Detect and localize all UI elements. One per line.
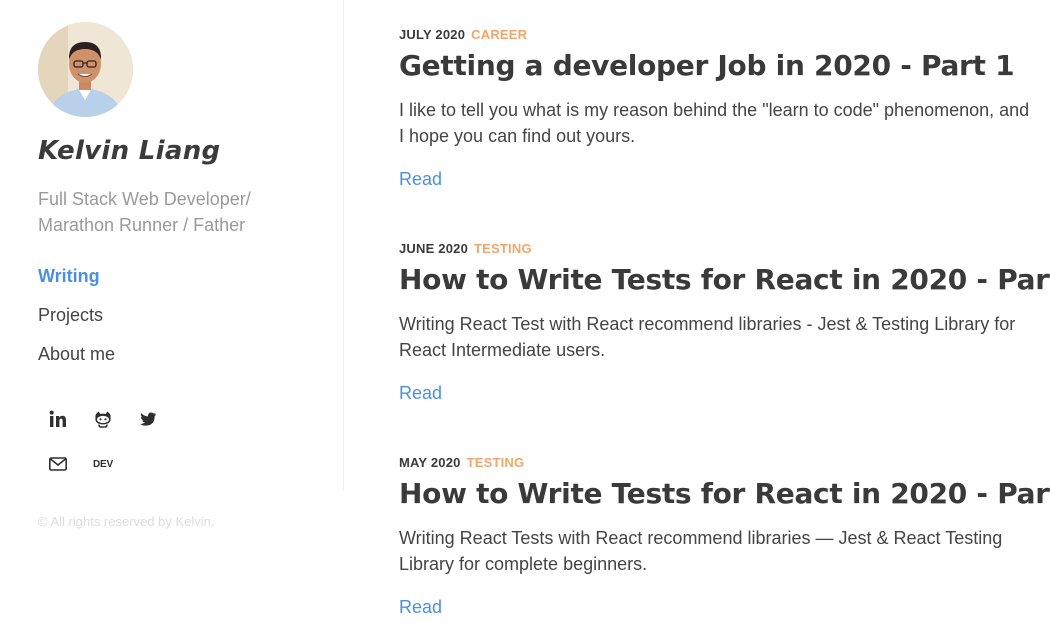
post-excerpt: Writing React Tests with React recommend… [399,528,1003,574]
post-category[interactable]: CAREER [471,27,527,42]
post-meta: MAY 2020 TESTING [399,455,1039,470]
email-icon[interactable] [46,452,70,476]
nav-item-about-me[interactable]: About me [38,343,115,382]
post-item: MAY 2020 TESTING How to Write Tests for R… [399,455,1050,618]
post-title[interactable]: How to Write Tests for React in 2020 - P… [399,477,1050,511]
post-excerpt: I like to tell you what is my reason beh… [399,100,1030,146]
post-date: JUNE 2020 [399,241,469,256]
post-meta: JULY 2020 CAREER [399,27,1039,42]
github-icon[interactable] [91,407,115,431]
avatar[interactable] [38,22,133,117]
read-link[interactable]: Read [399,383,442,404]
post-category[interactable]: TESTING [467,455,525,470]
main-nav: Writing Projects About me [38,265,115,382]
post-meta: JUNE 2020 TESTING [399,241,1039,256]
read-link[interactable]: Read [399,169,442,190]
post-item: JUNE 2020 TESTING How to Write Tests for … [399,241,1050,404]
linkedin-icon[interactable] [46,407,70,431]
post-category[interactable]: TESTING [474,241,532,256]
post-title[interactable]: How to Write Tests for React in 2020 - P… [399,263,1050,297]
post-title[interactable]: Getting a developer Job in 2020 - Part 1 [399,49,1039,83]
post-date: MAY 2020 [399,455,461,470]
avatar-image [38,22,133,117]
post-excerpt: Writing React Test with React recommend … [399,314,1016,360]
post-date: JULY 2020 [399,27,466,42]
twitter-icon[interactable] [136,407,160,431]
sidebar: Kelvin Liang Full Stack Web Developer/ M… [0,0,344,529]
dev-icon[interactable]: DEV [91,452,115,476]
post-item: JULY 2020 CAREER Getting a developer Job … [399,27,1039,190]
author-name: Kelvin Liang [38,136,221,166]
nav-item-writing[interactable]: Writing [38,265,115,304]
read-link[interactable]: Read [399,597,442,618]
author-tagline: Full Stack Web Developer/ Marathon Runne… [38,189,251,235]
copyright: © All rights reserved by Kelvin. [38,514,215,529]
nav-item-projects[interactable]: Projects [38,304,115,343]
